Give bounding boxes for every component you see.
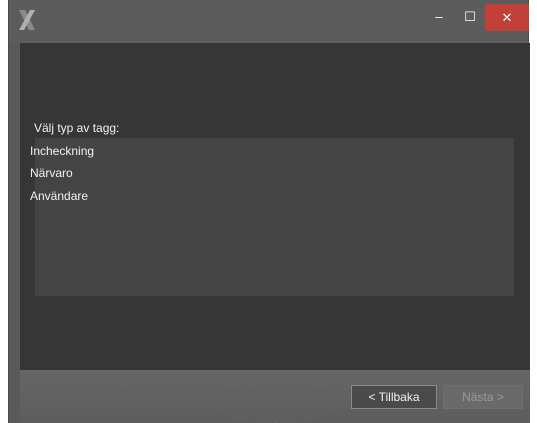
- back-button[interactable]: < Tillbaka: [351, 385, 437, 409]
- minimize-icon: –: [435, 9, 443, 24]
- tag-type-list[interactable]: Incheckning Närvaro Användare: [30, 138, 514, 296]
- list-item[interactable]: Användare: [30, 187, 88, 205]
- maximize-icon: ☐: [464, 8, 476, 24]
- list-item[interactable]: Närvaro: [30, 164, 73, 182]
- list-item[interactable]: Incheckning: [30, 142, 94, 160]
- x-logo-icon: [19, 10, 35, 30]
- app-window: – ☐ ✕ Välj typ av tagg: Incheckning Närv…: [8, 0, 530, 423]
- tag-type-label: Välj typ av tagg:: [34, 121, 120, 135]
- close-button[interactable]: ✕: [485, 4, 529, 31]
- content-area: Välj typ av tagg: Incheckning Närvaro An…: [20, 43, 530, 370]
- maximize-button[interactable]: ☐: [456, 4, 484, 29]
- title-bar[interactable]: – ☐ ✕: [9, 0, 529, 43]
- footer-bar: < Tillbaka Nästa >: [20, 370, 530, 423]
- next-button[interactable]: Nästa >: [443, 385, 523, 409]
- close-icon: ✕: [501, 9, 513, 25]
- minimize-button[interactable]: –: [424, 4, 454, 29]
